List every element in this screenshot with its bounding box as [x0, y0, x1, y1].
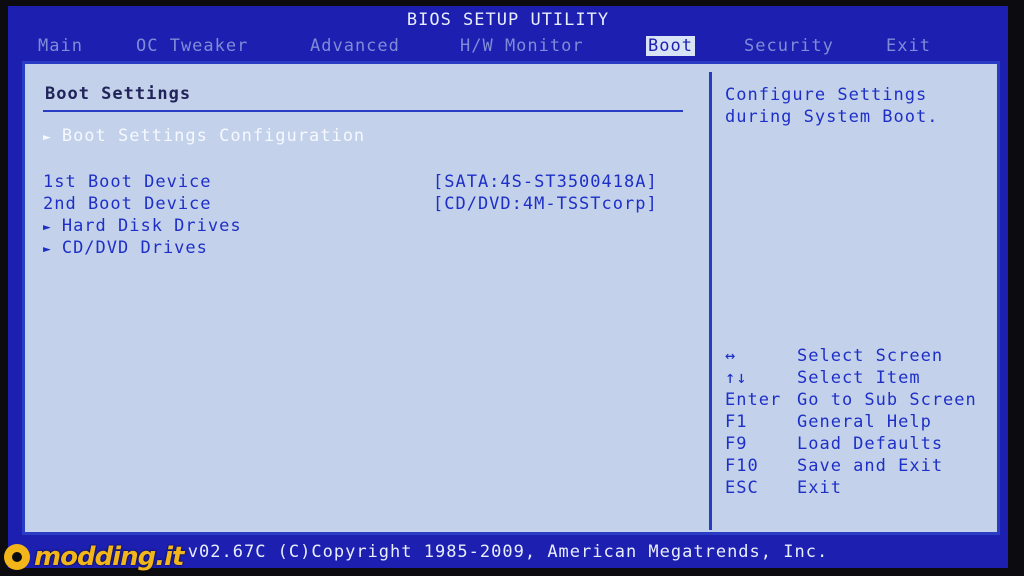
submenu-arrow-icon: ►: [43, 130, 52, 145]
key-action: General Help: [797, 412, 932, 432]
heading-underline: [43, 110, 683, 112]
menu-item-1st-boot-device[interactable]: 1st Boot Device: [43, 172, 212, 192]
bios-screen: BIOS SETUP UTILITY Main OC Tweaker Advan…: [8, 6, 1008, 568]
key-action: Go to Sub Screen: [797, 390, 977, 410]
2nd-boot-device-value[interactable]: [CD/DVD:4M-TSSTcorp]: [433, 194, 658, 214]
item-label: CD/DVD Drives: [61, 238, 208, 258]
key-legend-row: ↑↓ Select Item: [725, 368, 921, 388]
submenu-arrow-icon: ►: [43, 220, 52, 235]
menu-item-hard-disk-drives[interactable]: ► Hard Disk Drives: [43, 216, 242, 236]
help-text: Configure Settings during System Boot.: [725, 84, 938, 128]
tab-advanced[interactable]: Advanced: [308, 36, 402, 56]
gear-icon: [4, 544, 30, 570]
menu-item-cd-dvd-drives[interactable]: ► CD/DVD Drives: [43, 238, 208, 258]
tab-main[interactable]: Main: [36, 36, 85, 56]
key-name: Enter: [725, 390, 782, 410]
watermark-text: modding.it: [34, 542, 184, 572]
key-legend-row: F10 Save and Exit: [725, 456, 943, 476]
help-line-2: during System Boot.: [725, 107, 939, 127]
key-action: Save and Exit: [797, 456, 944, 476]
key-action: Exit: [797, 478, 842, 498]
bios-title: BIOS SETUP UTILITY: [406, 10, 610, 30]
key-name: F1: [725, 412, 748, 432]
key-action: Load Defaults: [797, 434, 944, 454]
1st-boot-device-value[interactable]: [SATA:4S-ST3500418A]: [433, 172, 658, 192]
key-name: ESC: [725, 478, 759, 498]
menu-item-2nd-boot-device[interactable]: 2nd Boot Device: [43, 194, 212, 214]
key-legend-row: ↔ Select Screen: [725, 346, 943, 366]
tab-oc-tweaker[interactable]: OC Tweaker: [134, 36, 250, 56]
key-action: Select Screen: [797, 346, 944, 366]
up-down-arrow-icon: ↑↓: [725, 368, 748, 388]
submenu-arrow-icon: ►: [43, 242, 52, 257]
menu-item-boot-settings-configuration[interactable]: ► Boot Settings Configuration: [43, 126, 365, 146]
watermark: modding.it: [0, 540, 184, 574]
menu-bar: Main OC Tweaker Advanced H/W Monitor Boo…: [26, 34, 996, 60]
section-heading: Boot Settings: [45, 84, 192, 104]
item-label: Hard Disk Drives: [61, 216, 242, 236]
panel-divider: [709, 72, 712, 530]
key-name: F9: [725, 434, 748, 454]
tab-hw-monitor[interactable]: H/W Monitor: [458, 36, 586, 56]
key-legend-row: F9 Load Defaults: [725, 434, 943, 454]
key-legend-row: ESC Exit: [725, 478, 842, 498]
left-right-arrow-icon: ↔: [725, 346, 737, 366]
key-legend-row: F1 General Help: [725, 412, 932, 432]
key-action: Select Item: [797, 368, 921, 388]
item-label: Boot Settings Configuration: [61, 126, 366, 146]
settings-panel: Boot Settings ► Boot Settings Configurati…: [22, 61, 1000, 535]
tab-boot[interactable]: Boot: [646, 36, 695, 56]
tab-exit[interactable]: Exit: [884, 36, 933, 56]
help-line-1: Configure Settings: [725, 85, 928, 105]
key-name: F10: [725, 456, 759, 476]
key-legend-row: Enter Go to Sub Screen: [725, 390, 977, 410]
tab-security[interactable]: Security: [742, 36, 836, 56]
